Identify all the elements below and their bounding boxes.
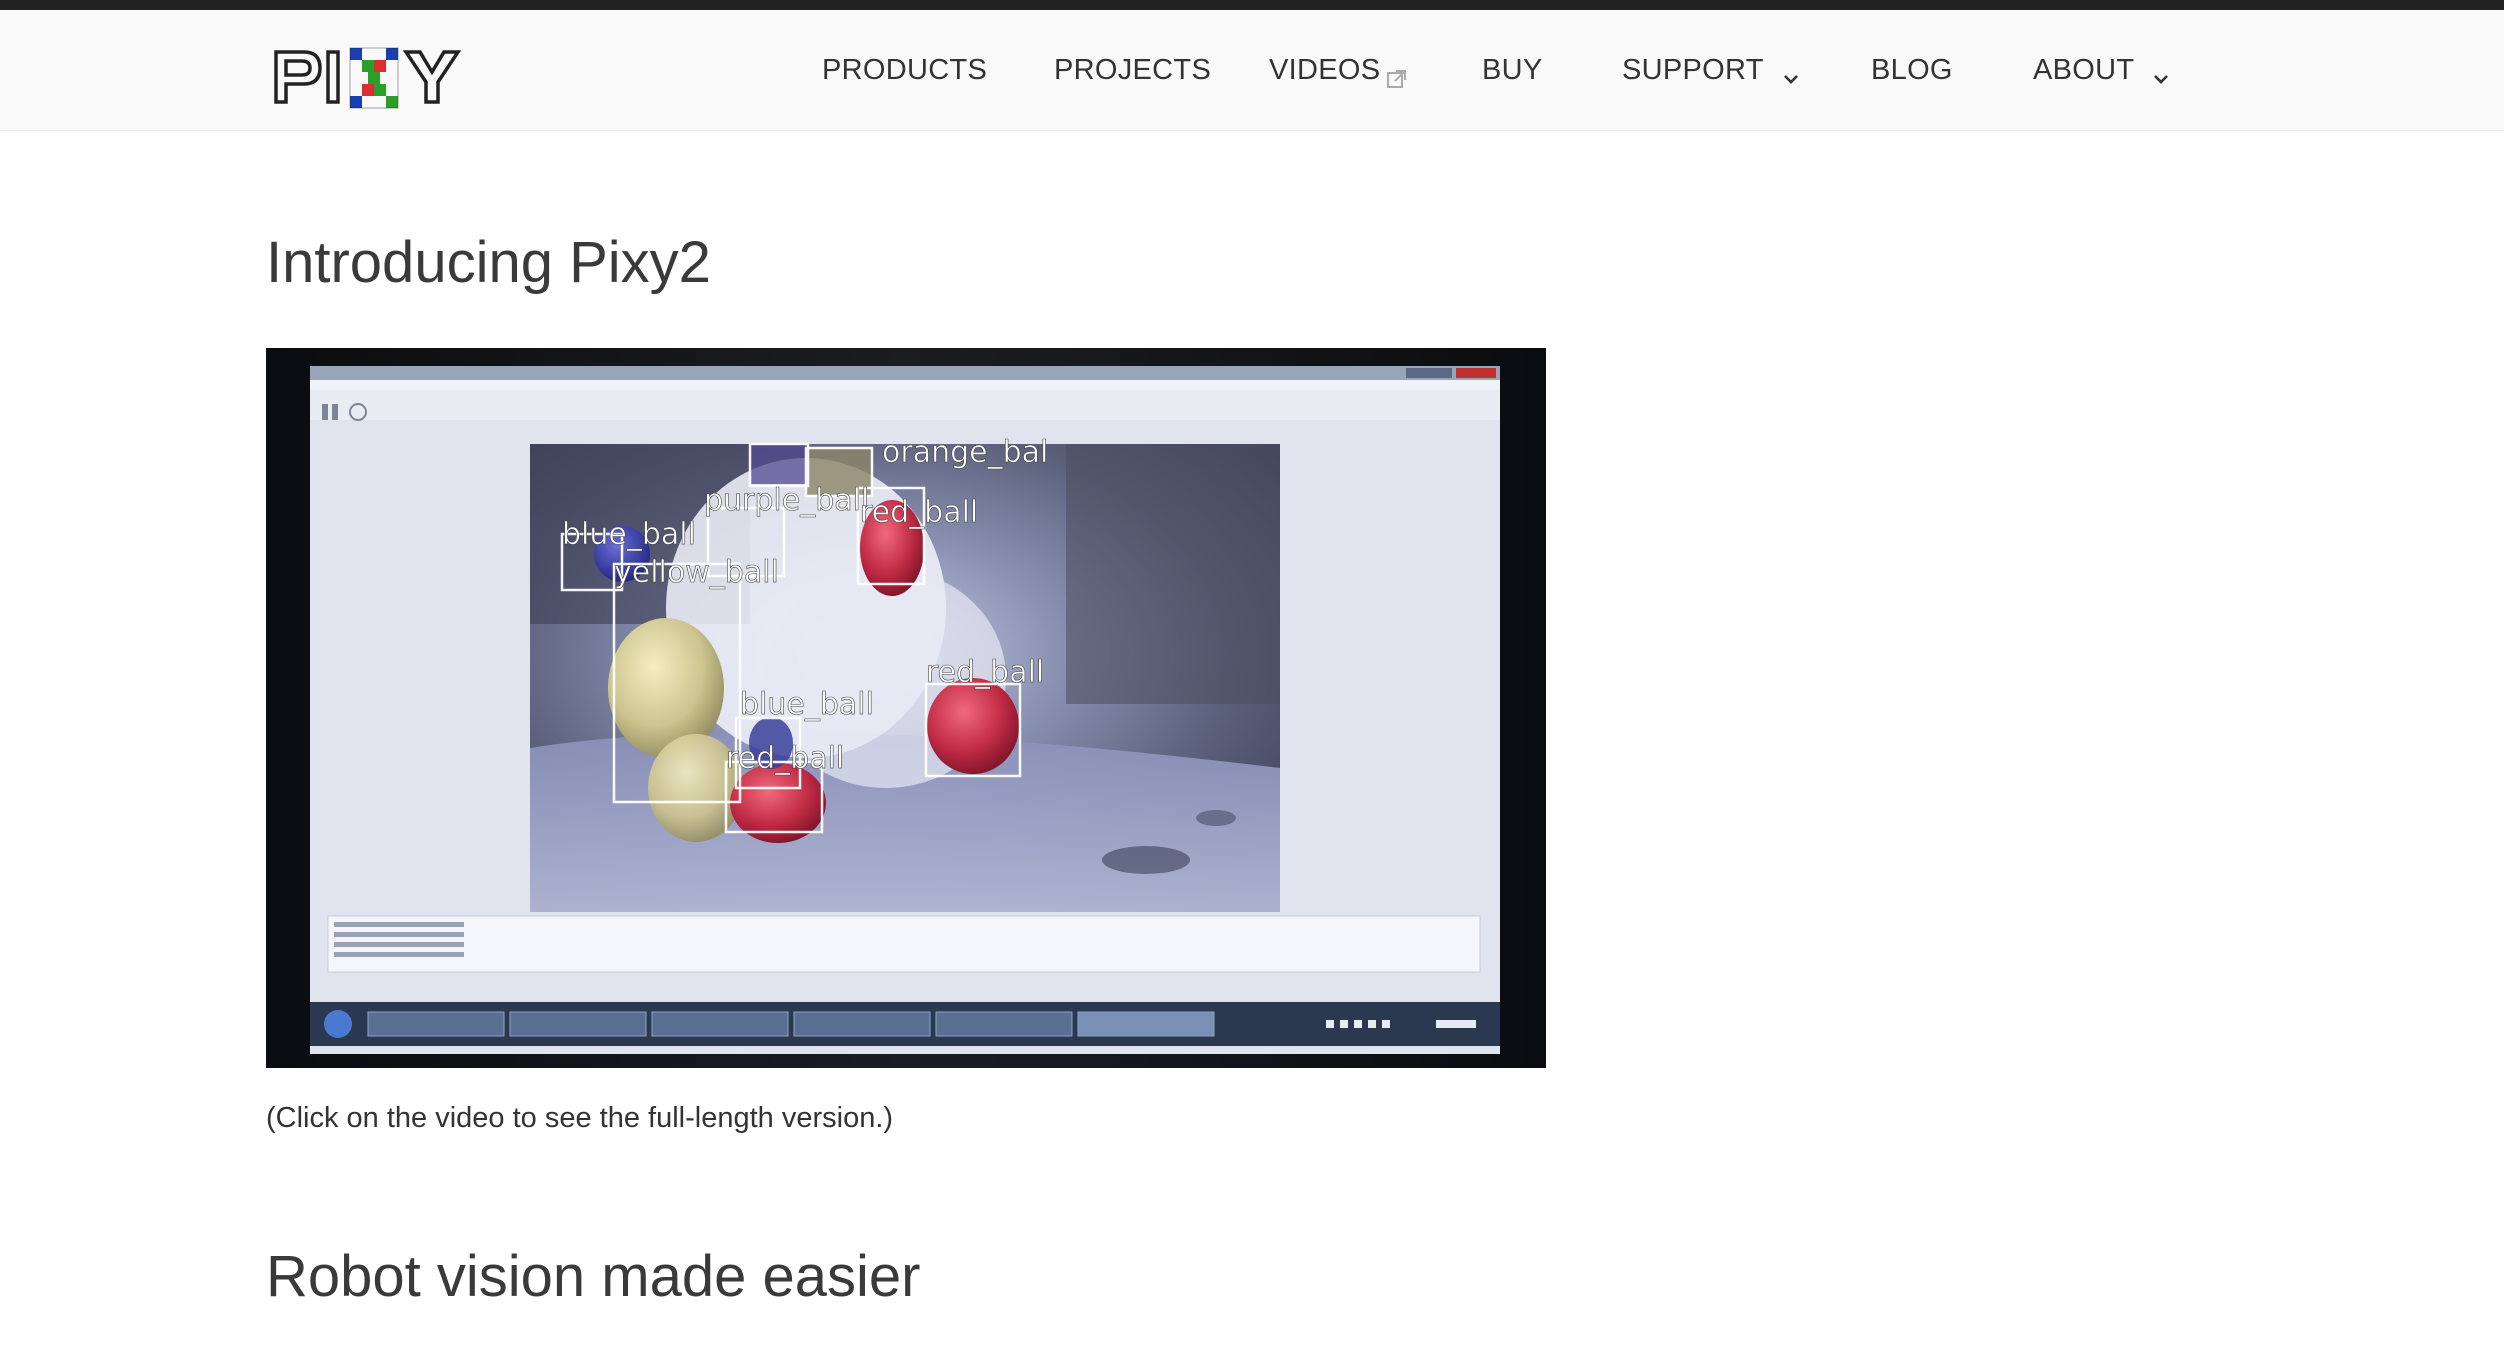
detection-label: red_ball <box>726 741 844 776</box>
chevron-down-icon <box>1780 59 1802 84</box>
nav-item-label: BLOG <box>1871 54 1953 86</box>
nav-item-projects[interactable]: PROJECTS <box>1054 48 1211 92</box>
site-header: PRODUCTS PROJECTS VIDEOS BUY SUPPORT BLO… <box>0 10 2504 131</box>
nav-item-label: PRODUCTS <box>822 54 988 86</box>
detection-label: purple_ball <box>704 483 869 518</box>
video-frame: orange_bal purple_ball red_ball blue_bal… <box>266 348 1546 1068</box>
section-heading: Robot vision made easier <box>266 1244 921 1309</box>
nav-item-videos[interactable]: VIDEOS <box>1269 48 1408 92</box>
detection-label: red_ball <box>926 655 1044 690</box>
top-accent-bar <box>0 0 2504 10</box>
detection-label: red_ball <box>860 495 978 530</box>
nav-item-label: SUPPORT <box>1622 54 1764 86</box>
main-navigation: PRODUCTS PROJECTS VIDEOS BUY SUPPORT BLO… <box>0 10 2504 130</box>
nav-item-label: VIDEOS <box>1269 54 1381 86</box>
video-caption: (Click on the video to see the full-leng… <box>266 1102 894 1134</box>
detection-label: blue_ball <box>740 687 874 722</box>
nav-item-buy[interactable]: BUY <box>1482 48 1543 92</box>
detection-label: orange_bal <box>882 435 1048 470</box>
detection-label: yellow_ball <box>614 555 779 590</box>
external-link-icon <box>1386 59 1408 88</box>
nav-item-label: ABOUT <box>2033 54 2135 86</box>
nav-item-blog[interactable]: BLOG <box>1871 48 1953 92</box>
nav-item-label: PROJECTS <box>1054 54 1212 86</box>
page-title: Introducing Pixy2 <box>266 230 711 295</box>
nav-item-label: BUY <box>1482 54 1543 86</box>
nav-item-support[interactable]: SUPPORT <box>1622 48 1802 92</box>
chevron-down-icon <box>2150 59 2172 84</box>
intro-video-player[interactable]: orange_bal purple_ball red_ball blue_bal… <box>266 348 1546 1068</box>
detection-label: blue_ball <box>562 517 696 552</box>
nav-item-about[interactable]: ABOUT <box>2033 48 2172 92</box>
nav-item-products[interactable]: PRODUCTS <box>822 48 987 92</box>
